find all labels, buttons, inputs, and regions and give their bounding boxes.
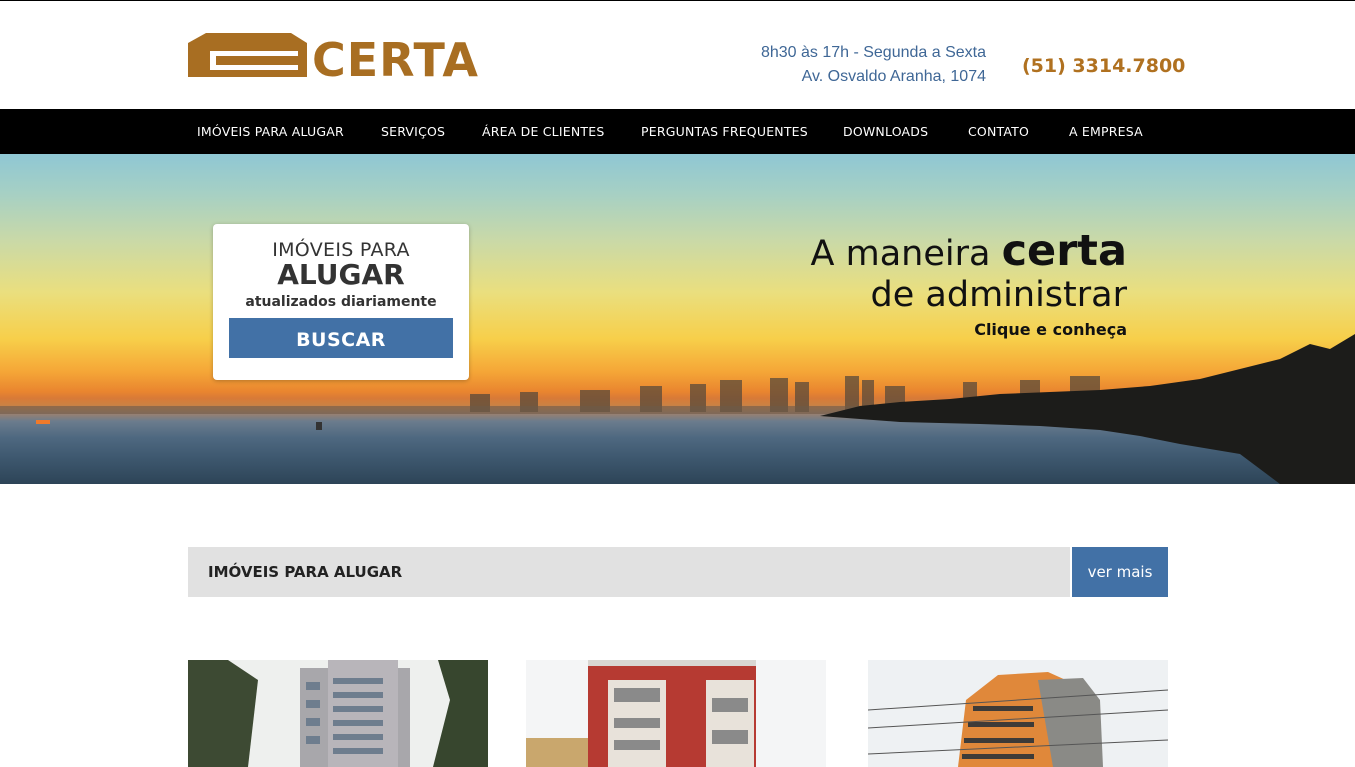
slogan-emphasis: certa <box>1001 226 1127 276</box>
phone-number[interactable]: (51) 3314.7800 <box>1022 55 1185 77</box>
address: Av. Osvaldo Aranha, 1074 <box>801 68 986 85</box>
building-photo-icon <box>188 660 488 767</box>
sunset-skyline-image <box>0 334 1355 484</box>
nav-item-downloads[interactable]: DOWNLOADS <box>843 109 928 154</box>
contact-info: 8h30 às 17h - Segunda a Sexta Av. Osvald… <box>761 41 986 89</box>
nav-item-perguntas[interactable]: PERGUNTAS FREQUENTES <box>641 109 808 154</box>
search-button[interactable]: BUSCAR <box>229 318 453 358</box>
nav-item-area-clientes[interactable]: ÁREA DE CLIENTES <box>482 109 604 154</box>
nav-item-empresa[interactable]: A EMPRESA <box>1069 109 1143 154</box>
site-header: CERTA 8h30 às 17h - Segunda a Sexta Av. … <box>0 1 1355 109</box>
slogan-line1: A maneira certa <box>811 230 1127 275</box>
property-card-3[interactable] <box>868 660 1168 767</box>
property-card-1[interactable] <box>188 660 488 767</box>
nav-item-contato[interactable]: CONTATO <box>968 109 1029 154</box>
building-photo-icon <box>526 660 826 767</box>
search-card-line2: ALUGAR <box>277 258 405 291</box>
search-card-line3: atualizados diariamente <box>245 294 437 310</box>
hero-slogan: A maneira certa de administrar Clique e … <box>811 230 1127 340</box>
svg-text:CERTA: CERTA <box>312 33 479 79</box>
certa-logo[interactable]: CERTA <box>188 31 514 79</box>
business-hours: 8h30 às 17h - Segunda a Sexta <box>760 44 986 61</box>
listing-title: IMÓVEIS PARA ALUGAR <box>188 547 1070 597</box>
property-card-2[interactable] <box>526 660 826 767</box>
main-nav: IMÓVEIS PARA ALUGAR SERVIÇOS ÁREA DE CLI… <box>0 109 1355 154</box>
listing-section-bar: IMÓVEIS PARA ALUGAR ver mais <box>188 547 1168 597</box>
slogan-prefix: A maneira <box>810 234 1002 274</box>
rental-search-card: IMÓVEIS PARA ALUGAR atualizados diariame… <box>213 224 469 380</box>
nav-item-servicos[interactable]: SERVIÇOS <box>381 109 445 154</box>
see-more-button[interactable]: ver mais <box>1072 547 1168 597</box>
building-photo-icon <box>868 660 1168 767</box>
slogan-cta-link[interactable]: Clique e conheça <box>811 320 1127 339</box>
hero-banner[interactable]: IMÓVEIS PARA ALUGAR atualizados diariame… <box>0 154 1355 484</box>
slogan-line2: de administrar <box>870 275 1127 315</box>
nav-item-imoveis[interactable]: IMÓVEIS PARA ALUGAR <box>197 109 344 154</box>
